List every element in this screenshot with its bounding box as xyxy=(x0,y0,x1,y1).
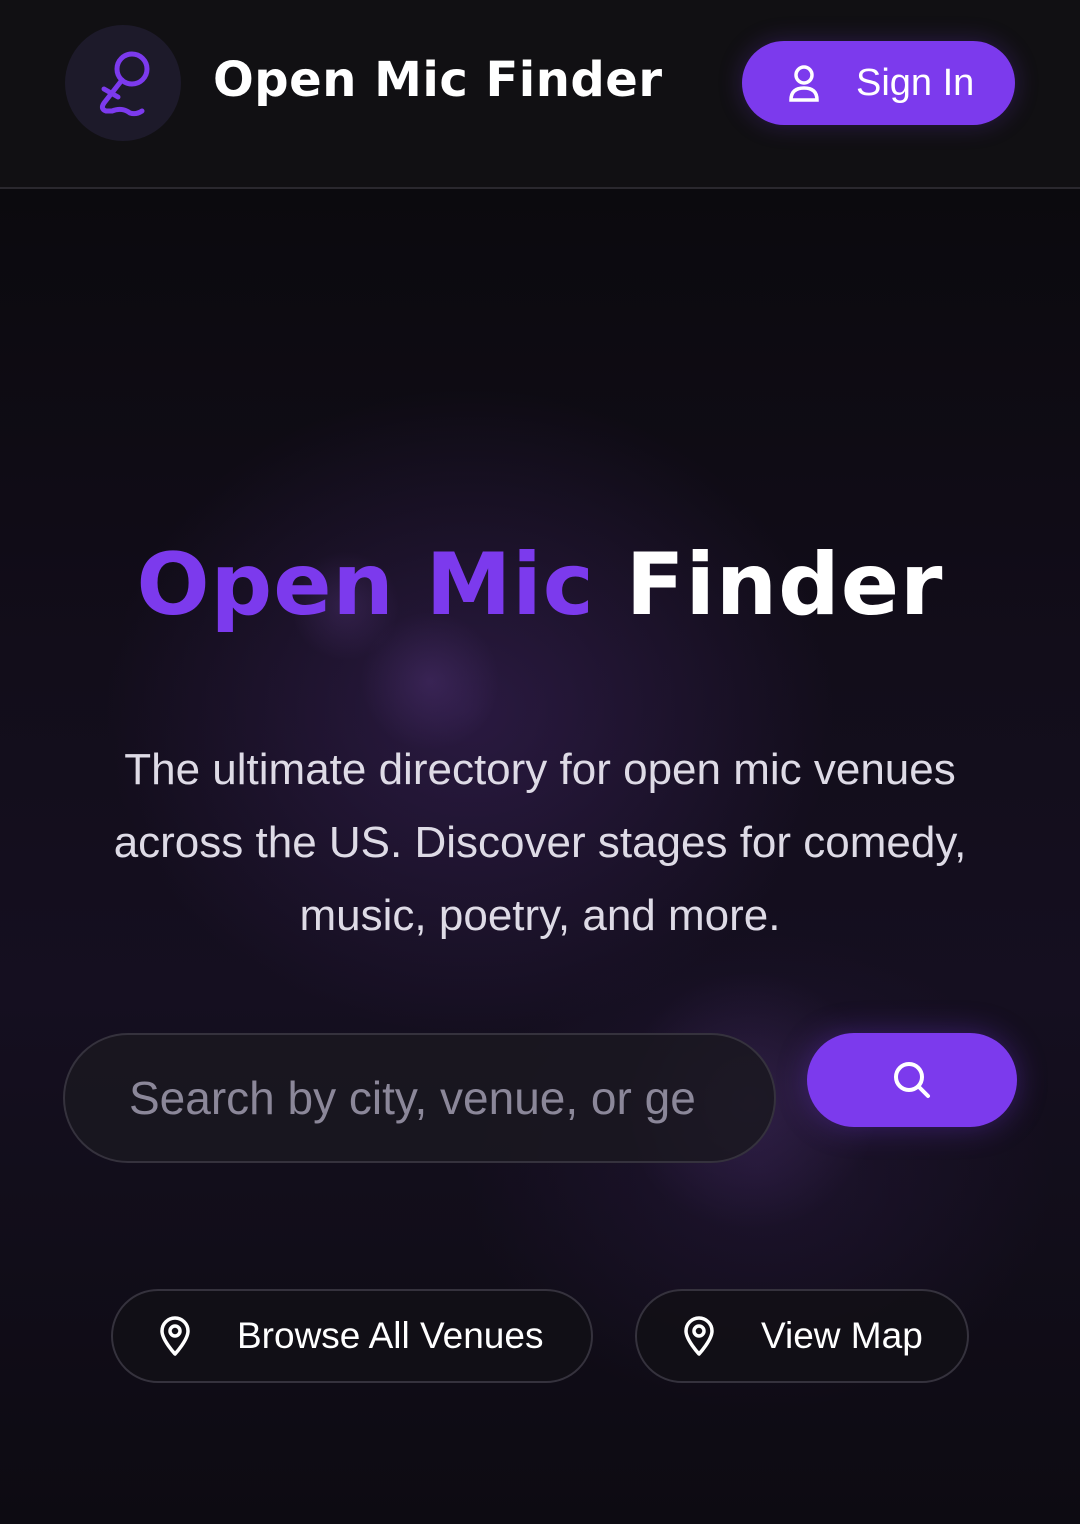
search-icon xyxy=(894,1062,930,1098)
hero-title-accent: Open Mic xyxy=(136,535,595,635)
hero-subtitle: The ultimate directory for open mic venu… xyxy=(113,745,967,940)
brand-name[interactable]: Open Mic Finder xyxy=(213,52,662,108)
logo[interactable] xyxy=(65,25,181,141)
map-pin-icon xyxy=(160,1316,190,1356)
view-map-button[interactable]: View Map xyxy=(635,1289,969,1383)
user-icon xyxy=(789,65,819,102)
browse-all-venues-button[interactable]: Browse All Venues xyxy=(111,1289,593,1383)
view-map-label: View Map xyxy=(761,1315,923,1356)
map-pin-icon xyxy=(684,1316,714,1356)
browse-all-venues-label: Browse All Venues xyxy=(237,1315,544,1356)
search-input[interactable] xyxy=(63,1033,776,1163)
search-button[interactable] xyxy=(807,1033,1017,1127)
top-header: Open Mic Finder Sign In xyxy=(0,0,1080,189)
microphone-icon xyxy=(99,51,150,117)
hero-title: Open Mic Finder xyxy=(0,535,1080,635)
sign-in-label: Sign In xyxy=(856,61,975,104)
hero-title-plain: Finder xyxy=(625,535,944,635)
page: Open Mic Finder Sign In Open Mic Finder … xyxy=(0,0,1080,1524)
sign-in-button[interactable]: Sign In xyxy=(742,41,1015,125)
